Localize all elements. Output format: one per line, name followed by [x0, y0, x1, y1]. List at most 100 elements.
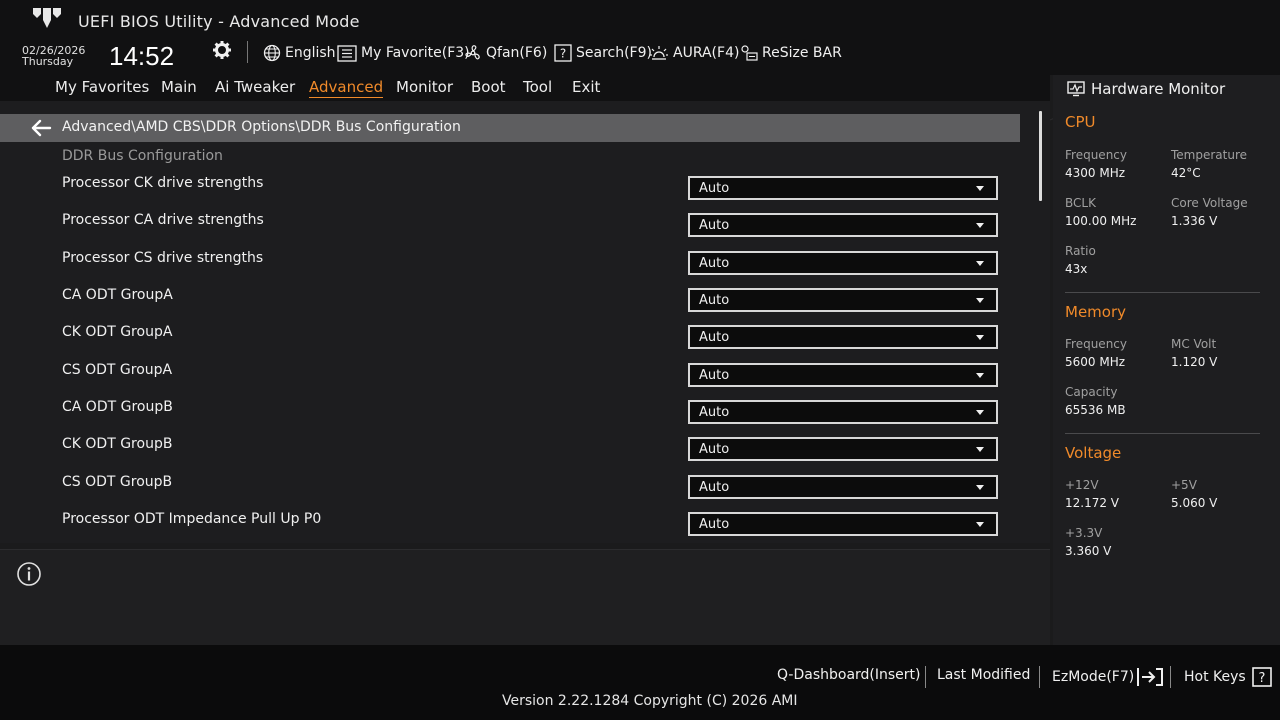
exit-arrow-icon: [1137, 668, 1164, 686]
aura-button[interactable]: AURA(F4): [649, 43, 739, 63]
setting-row: Processor CA drive strengths Auto: [0, 209, 1020, 243]
setting-row: Processor CS drive strengths Auto: [0, 247, 1020, 281]
aura-label: AURA(F4): [673, 45, 740, 61]
footer-bar: Q-Dashboard(Insert) Last Modified EzMode…: [0, 645, 1280, 720]
mc-volt-value: 1.120 V: [1171, 355, 1218, 369]
footer-separator: [925, 666, 926, 688]
v33-label: +3.3V: [1065, 526, 1103, 540]
resize-bar-label: ReSize BAR: [762, 45, 842, 61]
dropdown-value: Auto: [699, 181, 730, 196]
setting-dropdown[interactable]: Auto: [688, 213, 998, 237]
fan-icon: [465, 45, 480, 60]
hardware-monitor-header: Hardware Monitor: [1067, 79, 1225, 99]
qfan-button[interactable]: Qfan(F6): [464, 43, 547, 63]
main-nav: My Favorites Main Ai Tweaker Advanced Mo…: [0, 75, 1050, 101]
hardware-monitor-panel: Hardware Monitor CPU Frequency 4300 MHz …: [1053, 75, 1280, 645]
v12-label: +12V: [1065, 478, 1099, 492]
tab-my-favorites[interactable]: My Favorites: [55, 78, 149, 96]
setting-label: CS ODT GroupA: [62, 362, 173, 378]
ezmode-button[interactable]: EzMode(F7): [1052, 667, 1164, 687]
qfan-label: Qfan(F6): [486, 45, 548, 61]
setting-dropdown[interactable]: Auto: [688, 475, 998, 499]
dropdown-value: Auto: [699, 218, 730, 233]
tab-monitor[interactable]: Monitor: [396, 78, 453, 96]
setting-dropdown[interactable]: Auto: [688, 363, 998, 387]
setting-dropdown[interactable]: Auto: [688, 176, 998, 200]
last-modified-button[interactable]: Last Modified: [937, 667, 1030, 683]
setting-label: CA ODT GroupB: [62, 399, 173, 415]
footer-separator: [1170, 666, 1171, 688]
hardware-monitor-title: Hardware Monitor: [1091, 80, 1226, 98]
dropdown-value: Auto: [699, 517, 730, 532]
cpu-section-title: CPU: [1065, 113, 1096, 131]
caret-down-icon: [976, 186, 984, 191]
setting-label: CA ODT GroupA: [62, 287, 173, 303]
divider: [1065, 292, 1260, 293]
search-help-icon: ?: [554, 44, 572, 62]
caret-down-icon: [976, 447, 984, 452]
memory-frequency-value: 5600 MHz: [1065, 355, 1126, 369]
setting-row: CA ODT GroupA Auto: [0, 284, 1020, 318]
dropdown-value: Auto: [699, 368, 730, 383]
info-icon: [17, 562, 41, 586]
setting-dropdown[interactable]: Auto: [688, 512, 998, 536]
q-dashboard-button[interactable]: Q-Dashboard(Insert): [777, 667, 921, 683]
dropdown-value: Auto: [699, 480, 730, 495]
language-label: English: [285, 45, 336, 61]
search-label: Search(F9): [576, 45, 652, 61]
v5-value: 5.060 V: [1171, 496, 1218, 510]
cpu-temperature-label: Temperature: [1171, 148, 1248, 162]
back-arrow-icon[interactable]: [30, 119, 52, 137]
section-title: DDR Bus Configuration: [62, 148, 223, 164]
favorite-list-icon: [337, 44, 357, 62]
setting-row: CS ODT GroupB Auto: [0, 471, 1020, 505]
svg-text:?: ?: [1258, 671, 1265, 686]
setting-row: CA ODT GroupB Auto: [0, 396, 1020, 430]
setting-label: CK ODT GroupA: [62, 324, 173, 340]
tab-main[interactable]: Main: [161, 78, 197, 96]
help-panel: [0, 549, 1050, 645]
setting-row: CK ODT GroupB Auto: [0, 433, 1020, 467]
setting-dropdown[interactable]: Auto: [688, 251, 998, 275]
caret-down-icon: [976, 485, 984, 490]
setting-dropdown[interactable]: Auto: [688, 400, 998, 424]
hot-keys-label: Hot Keys: [1184, 669, 1246, 685]
tab-advanced[interactable]: Advanced: [309, 78, 384, 98]
dropdown-value: Auto: [699, 256, 730, 271]
setting-dropdown[interactable]: Auto: [688, 288, 998, 312]
caret-down-icon: [976, 223, 984, 228]
tab-tool[interactable]: Tool: [523, 78, 552, 96]
setting-label: Processor ODT Impedance Pull Up P0: [62, 511, 322, 527]
core-voltage-label: Core Voltage: [1171, 196, 1248, 210]
day-display: Thursday: [22, 55, 74, 68]
memory-section-title: Memory: [1065, 303, 1127, 321]
setting-dropdown[interactable]: Auto: [688, 437, 998, 461]
ratio-label: Ratio: [1065, 244, 1096, 258]
my-favorite-label: My Favorite(F3): [361, 45, 470, 61]
tab-boot[interactable]: Boot: [471, 78, 506, 96]
my-favorite-button[interactable]: My Favorite(F3): [337, 43, 470, 63]
top-header: UEFI BIOS Utility - Advanced Mode 02/26/…: [0, 0, 1280, 75]
svg-text:?: ?: [560, 47, 566, 61]
breadcrumb-bar: Advanced\AMD CBS\DDR Options\DDR Bus Con…: [0, 114, 1020, 142]
caret-down-icon: [976, 410, 984, 415]
breadcrumb: Advanced\AMD CBS\DDR Options\DDR Bus Con…: [62, 119, 461, 135]
tab-exit[interactable]: Exit: [572, 78, 600, 96]
language-button[interactable]: English: [263, 43, 336, 63]
monitor-icon: [1067, 81, 1085, 97]
caret-down-icon: [976, 373, 984, 378]
cpu-frequency-value: 4300 MHz: [1065, 166, 1126, 180]
version-text: Version 2.22.1284 Copyright (C) 2026 AMI: [502, 693, 798, 709]
search-button[interactable]: ? Search(F9): [554, 43, 652, 63]
setting-label: Processor CK drive strengths: [62, 175, 264, 191]
hot-keys-button[interactable]: Hot Keys ?: [1184, 667, 1272, 687]
v33-value: 3.360 V: [1065, 544, 1112, 558]
tab-ai-tweaker[interactable]: Ai Tweaker: [215, 78, 295, 96]
clock-display: 14:52: [109, 41, 175, 71]
resize-bar-button[interactable]: ReSize BAR: [740, 43, 842, 63]
header-separator: [247, 41, 248, 63]
setting-dropdown[interactable]: Auto: [688, 325, 998, 349]
gear-icon[interactable]: [212, 40, 232, 60]
scrollbar-thumb[interactable]: [1039, 111, 1042, 201]
setting-row: CS ODT GroupA Auto: [0, 359, 1020, 393]
